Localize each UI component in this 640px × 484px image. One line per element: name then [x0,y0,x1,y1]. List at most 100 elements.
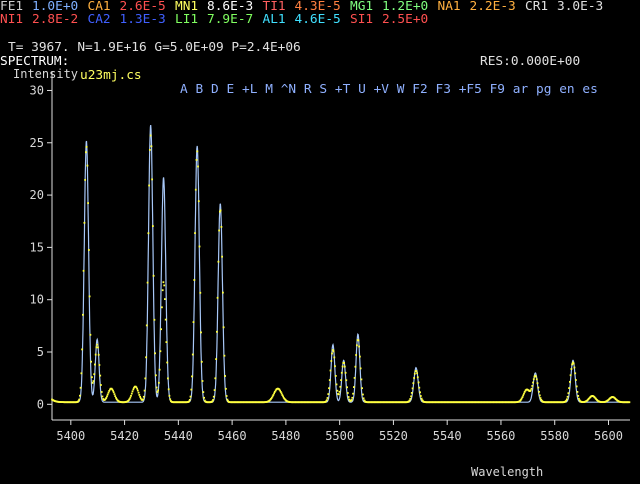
observed-point [138,394,141,396]
observed-point [415,370,418,372]
observed-point [219,209,222,212]
observed-point [82,313,84,316]
observed-point [147,232,150,235]
observed-point [412,382,415,385]
observed-point [217,260,220,263]
observed-point [79,394,81,397]
observed-point [338,390,341,393]
observed-point [157,389,159,392]
y-tick-label: 20 [30,188,44,202]
observed-point [149,149,151,151]
observed-point [100,384,102,386]
observed-point [93,373,96,376]
observed-point [154,352,156,355]
observed-point [521,396,524,398]
observed-point [190,388,193,391]
observed-point [188,399,191,401]
observed-point [189,395,192,398]
observed-point [576,391,579,393]
observed-point [416,372,418,375]
observed-point [139,395,141,398]
observed-point [129,396,132,399]
y-tick-label: 15 [30,240,44,254]
observed-point [220,226,223,228]
observed-point [193,279,196,281]
observed-point [353,386,355,388]
element-si1-value[interactable]: 2.5E+0 [382,13,428,27]
element-al1-value[interactable]: 4.6E-5 [295,13,341,27]
observed-point [339,385,342,388]
x-tick-label: 5520 [379,429,408,443]
observed-point [197,165,199,168]
observed-point [131,390,134,393]
x-tick-label: 5600 [594,429,623,443]
observed-point [345,379,348,382]
element-cr1-value[interactable]: 3.0E-3 [557,0,603,14]
observed-point [361,387,363,390]
observed-point [94,353,97,356]
observed-point [163,284,166,287]
observed-point [340,371,343,374]
observed-point [196,150,199,153]
observed-point [91,382,94,384]
observed-point [225,395,228,397]
observed-point [572,362,575,365]
element-na1-value[interactable]: 2.2E-3 [470,0,516,14]
observed-point [333,356,336,359]
observed-point [353,377,356,379]
observed-point [100,391,103,393]
observed-point [569,374,572,377]
observed-point [411,387,414,390]
observed-point [222,326,225,329]
observed-point [570,368,573,370]
x-tick-label: 5440 [164,429,193,443]
observed-point [566,398,568,401]
observed-point [203,396,205,399]
observed-point [85,151,87,154]
observed-point [362,393,364,396]
model-series [60,125,628,403]
element-cr1-name: CR1 [525,0,549,14]
observed-point [169,398,172,401]
observed-point [198,245,201,248]
observed-point [158,381,160,384]
observed-point [161,306,163,309]
observed-point [167,388,170,391]
observed-point [224,375,226,377]
observed-point [359,355,361,358]
observed-point [143,389,146,392]
observed-point [200,331,202,334]
observed-point [537,386,540,389]
spectrum-plot[interactable]: 0 5 10 15 20 25 30 5400 5420 5440 5460 5480 5500 5520… [0,58,640,480]
element-si1-name: SI1 [350,12,374,27]
observed-point [84,179,86,181]
observed-point [153,318,156,321]
observed-point [575,379,577,381]
observed-point [191,353,194,356]
observed-point [91,376,93,379]
observed-point [578,397,580,400]
observed-point [346,392,349,394]
observed-point [168,394,171,397]
observed-point [334,375,337,377]
observed-point [413,372,416,375]
observed-point [529,389,532,392]
y-tick-label: 30 [30,83,44,97]
observed-point [106,395,108,398]
element-na1-name: NA1 [437,0,461,14]
observed-point [216,296,219,299]
observed-point [355,354,357,356]
element-ca2-value[interactable]: 1.3E-3 [120,13,166,27]
observed-point [145,356,147,359]
observed-point [350,399,353,401]
element-li1-value[interactable]: 7.9E-7 [207,13,253,27]
observed-point [334,365,336,368]
observed-point [417,381,420,384]
observed-point [418,386,421,389]
element-ni1-value[interactable]: 2.8E-2 [32,13,78,27]
observed-point [212,395,215,398]
observed-point [356,344,358,347]
observed-point [145,324,148,327]
observed-point [150,145,153,148]
observed-point [98,364,101,366]
